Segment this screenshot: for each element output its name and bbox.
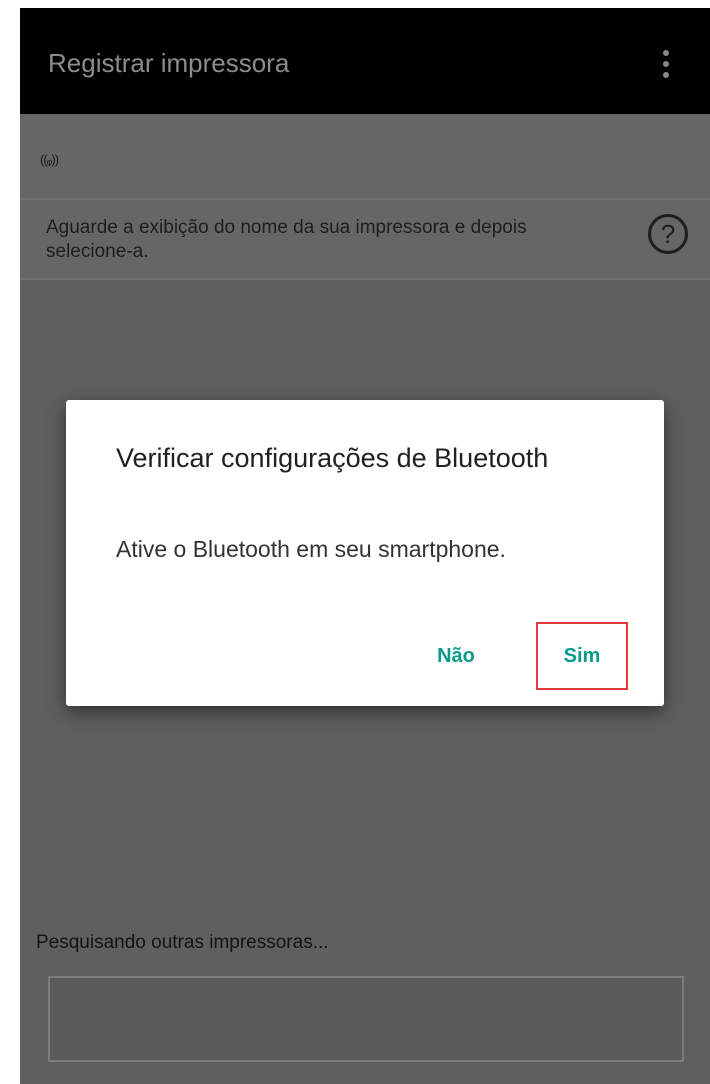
dialog-title: Verificar configurações de Bluetooth xyxy=(116,443,549,473)
page-title: Registrar impressora xyxy=(48,48,290,78)
yes-button[interactable]: Sim xyxy=(536,622,628,690)
signal-row: ((ᵩ)) xyxy=(20,114,710,200)
dialog-message: Ative o Bluetooth em seu smartphone. xyxy=(116,536,506,562)
bluetooth-dialog: Verificar configurações de Bluetooth Ati… xyxy=(66,400,664,706)
app-bar: Registrar impressora xyxy=(20,8,710,114)
wireless-signal-icon: ((ᵩ)) xyxy=(40,152,59,167)
no-button[interactable]: Não xyxy=(418,632,494,680)
printer-results-list[interactable] xyxy=(48,976,684,1062)
instructions-row: Aguarde a exibição do nome da sua impres… xyxy=(20,200,710,280)
app-screen: Registrar impressora ((ᵩ)) Aguarde a exi… xyxy=(20,8,710,1084)
overflow-menu-icon[interactable] xyxy=(654,46,678,82)
searching-status: Pesquisando outras impressoras... xyxy=(36,932,329,953)
instructions-text: Aguarde a exibição do nome da sua impres… xyxy=(46,217,527,262)
help-icon[interactable]: ? xyxy=(648,214,688,254)
